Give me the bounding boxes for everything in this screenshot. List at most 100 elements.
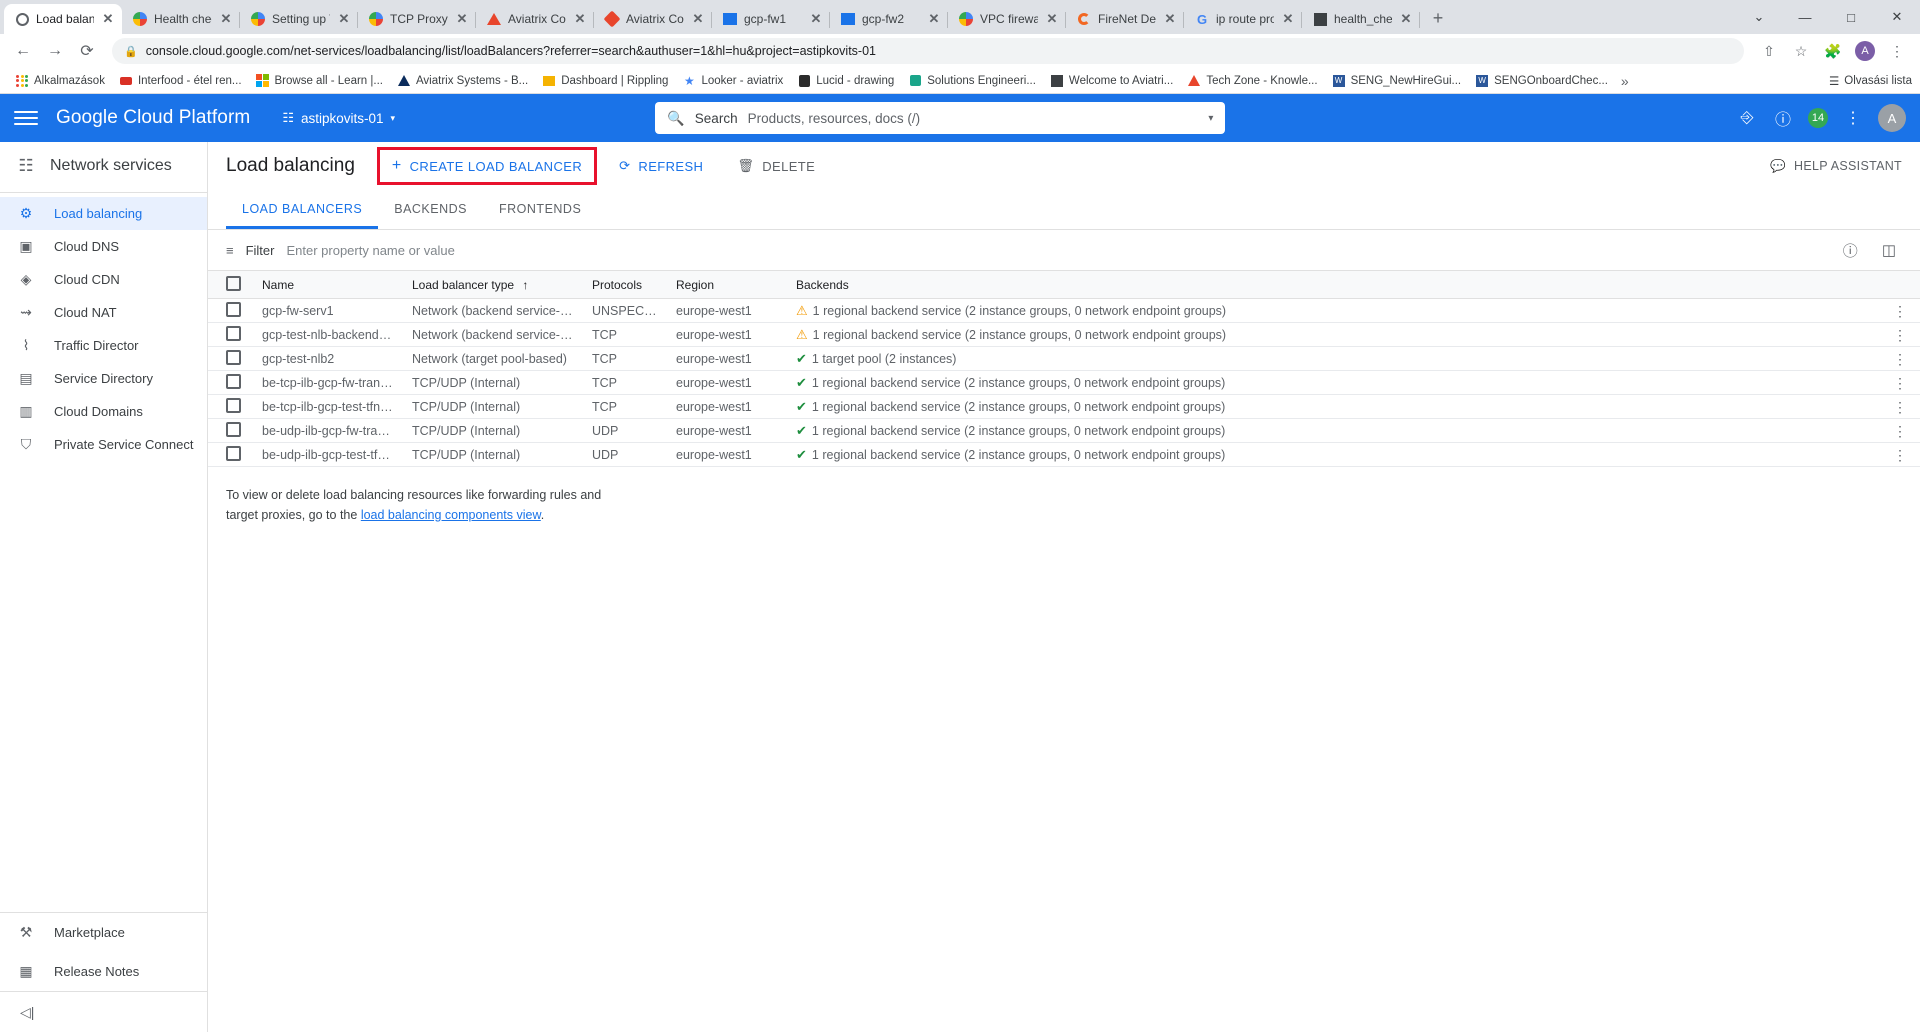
row-checkbox[interactable] <box>226 398 241 413</box>
filter-input[interactable]: Enter property name or value <box>286 243 454 258</box>
project-selector[interactable]: ☷ astipkovits-01 ▾ <box>282 110 395 126</box>
sidebar-collapse-button[interactable]: ◁| <box>0 992 207 1032</box>
table-row[interactable]: be-udp-ilb-gcp-fw-transit-0TCP/UDP (Inte… <box>208 419 1920 443</box>
browser-tab[interactable]: Load balancin✕ <box>4 4 122 34</box>
search-chevron-down-icon[interactable]: ▾ <box>1208 113 1213 124</box>
browser-tab[interactable]: Health checks✕ <box>122 4 240 34</box>
sidebar-item-cloud-cdn[interactable]: ◈Cloud CDN <box>0 263 207 296</box>
bookmark-item[interactable]: ★Looker - aviatrix <box>675 70 790 92</box>
select-all-checkbox[interactable] <box>226 276 241 291</box>
close-icon[interactable]: ✕ <box>572 11 588 27</box>
bookmark-item[interactable]: Solutions Engineeri... <box>901 70 1043 92</box>
help-circle-icon[interactable]: ⓘ <box>1843 240 1858 261</box>
row-checkbox[interactable] <box>226 350 241 365</box>
row-overflow-menu-icon[interactable]: ⋮ <box>1888 376 1912 390</box>
column-header-protocols[interactable]: Protocols <box>584 271 668 299</box>
address-bar[interactable]: 🔒 console.cloud.google.com/net-services/… <box>112 38 1744 64</box>
table-row[interactable]: gcp-fw-serv1Network (backend service-bas… <box>208 299 1920 323</box>
table-row[interactable]: gcp-test-nlb-backendpoolNetwork (backend… <box>208 323 1920 347</box>
bookmark-item[interactable]: Browse all - Learn |... <box>249 70 390 92</box>
browser-tab[interactable]: Aviatrix Contr✕ <box>476 4 594 34</box>
help-assistant-button[interactable]: 💬 HELP ASSISTANT <box>1770 159 1902 174</box>
row-checkbox[interactable] <box>226 446 241 461</box>
row-overflow-menu-icon[interactable]: ⋮ <box>1888 304 1912 318</box>
cloud-shell-icon[interactable]: ⎆ <box>1736 107 1758 129</box>
column-header-load-balancer-type[interactable]: Load balancer type ↑ <box>404 271 584 299</box>
refresh-button[interactable]: ⟳ REFRESH <box>607 151 715 181</box>
close-icon[interactable]: ✕ <box>1280 11 1296 27</box>
delete-button[interactable]: 🗑 DELETE <box>725 151 827 181</box>
help-icon[interactable]: ⓘ <box>1772 107 1794 129</box>
bookmark-item[interactable]: Welcome to Aviatri... <box>1043 70 1180 92</box>
window-minimize-button[interactable]: — <box>1782 0 1828 34</box>
sidebar-item-load-balancing[interactable]: ⚙Load balancing <box>0 197 207 230</box>
row-overflow-menu-icon[interactable]: ⋮ <box>1888 328 1912 342</box>
bookmark-item[interactable]: WSENGOnboardChec... <box>1468 70 1615 92</box>
close-icon[interactable]: ✕ <box>336 11 352 27</box>
close-icon[interactable]: ✕ <box>218 11 234 27</box>
column-header-name[interactable]: Name <box>254 271 404 299</box>
browser-tab[interactable]: Gip route proto✕ <box>1184 4 1302 34</box>
bookmarks-overflow-button[interactable]: » <box>1615 73 1635 89</box>
browser-menu-icon[interactable]: ⋮ <box>1884 38 1910 64</box>
sidebar-item-cloud-dns[interactable]: ▣Cloud DNS <box>0 230 207 263</box>
bookmark-item[interactable]: Interfood - étel ren... <box>112 70 249 92</box>
create-load-balancer-button[interactable]: + CREATE LOAD BALANCER <box>377 147 597 185</box>
row-overflow-menu-icon[interactable]: ⋮ <box>1888 448 1912 462</box>
load-balancing-components-link[interactable]: load balancing components view <box>361 508 541 522</box>
profile-avatar[interactable]: A <box>1852 38 1878 64</box>
bookmark-item[interactable]: Alkalmazások <box>8 70 112 92</box>
browser-tab[interactable]: TCP Proxy Loa✕ <box>358 4 476 34</box>
reading-list-button[interactable]: ☰ Olvasási lista <box>1829 74 1912 88</box>
browser-tab[interactable]: FireNet Detail✕ <box>1066 4 1184 34</box>
row-overflow-menu-icon[interactable]: ⋮ <box>1888 400 1912 414</box>
window-maximize-button[interactable]: □ <box>1828 0 1874 34</box>
browser-tab[interactable]: gcp-fw2✕ <box>830 4 948 34</box>
star-icon[interactable]: ☆ <box>1788 38 1814 64</box>
browser-tab[interactable]: Aviatrix Copilo✕ <box>594 4 712 34</box>
close-icon[interactable]: ✕ <box>454 11 470 27</box>
notifications-badge[interactable]: 14 <box>1808 108 1828 128</box>
bookmark-item[interactable]: Lucid - drawing <box>790 70 901 92</box>
reload-button[interactable]: ⟳ <box>74 38 100 64</box>
more-options-icon[interactable]: ⋮ <box>1842 107 1864 129</box>
bookmark-item[interactable]: Dashboard | Rippling <box>535 70 675 92</box>
tab-backends[interactable]: BACKENDS <box>378 189 483 229</box>
row-checkbox[interactable] <box>226 302 241 317</box>
close-icon[interactable]: ✕ <box>1162 11 1178 27</box>
close-icon[interactable]: ✕ <box>926 11 942 27</box>
browser-tab[interactable]: Setting up TC✕ <box>240 4 358 34</box>
sidebar-item-service-directory[interactable]: ▤Service Directory <box>0 362 207 395</box>
back-button[interactable]: ← <box>10 38 36 64</box>
forward-button[interactable]: → <box>42 38 68 64</box>
browser-tab[interactable]: VPC firewall ru✕ <box>948 4 1066 34</box>
sidebar-item-release-notes[interactable]: ▦Release Notes <box>0 952 207 991</box>
sidebar-item-private-service-connect[interactable]: ⛉Private Service Connect <box>0 428 207 461</box>
table-row[interactable]: be-tcp-ilb-gcp-fw-transit-0TCP/UDP (Inte… <box>208 371 1920 395</box>
columns-icon[interactable]: ◫ <box>1882 241 1896 259</box>
close-icon[interactable]: ✕ <box>808 11 824 27</box>
bookmark-item[interactable]: Tech Zone - Knowle... <box>1180 70 1324 92</box>
hamburger-icon[interactable] <box>14 106 38 130</box>
table-row[interactable]: be-tcp-ilb-gcp-test-tfnet-0TCP/UDP (Inte… <box>208 395 1920 419</box>
new-tab-button[interactable]: + <box>1424 4 1452 32</box>
sidebar-item-cloud-domains[interactable]: ▥Cloud Domains <box>0 395 207 428</box>
row-checkbox[interactable] <box>226 326 241 341</box>
tab-load-balancers[interactable]: LOAD BALANCERS <box>226 189 378 229</box>
sidebar-item-traffic-director[interactable]: ⌇Traffic Director <box>0 329 207 362</box>
close-icon[interactable]: ✕ <box>100 11 116 27</box>
row-overflow-menu-icon[interactable]: ⋮ <box>1888 352 1912 366</box>
table-row[interactable]: be-udp-ilb-gcp-test-tfnet-0TCP/UDP (Inte… <box>208 443 1920 467</box>
window-close-button[interactable]: ✕ <box>1874 0 1920 34</box>
browser-tab[interactable]: health_check✕ <box>1302 4 1420 34</box>
column-header-backends[interactable]: Backends <box>788 271 1880 299</box>
bookmark-item[interactable]: Aviatrix Systems - B... <box>390 70 535 92</box>
row-checkbox[interactable] <box>226 422 241 437</box>
tab-frontends[interactable]: FRONTENDS <box>483 189 597 229</box>
bookmark-item[interactable]: WSENG_NewHireGui... <box>1325 70 1469 92</box>
row-overflow-menu-icon[interactable]: ⋮ <box>1888 424 1912 438</box>
window-restore-button[interactable]: ⌄ <box>1736 0 1782 34</box>
sidebar-item-cloud-nat[interactable]: ⇝Cloud NAT <box>0 296 207 329</box>
close-icon[interactable]: ✕ <box>690 11 706 27</box>
row-checkbox[interactable] <box>226 374 241 389</box>
